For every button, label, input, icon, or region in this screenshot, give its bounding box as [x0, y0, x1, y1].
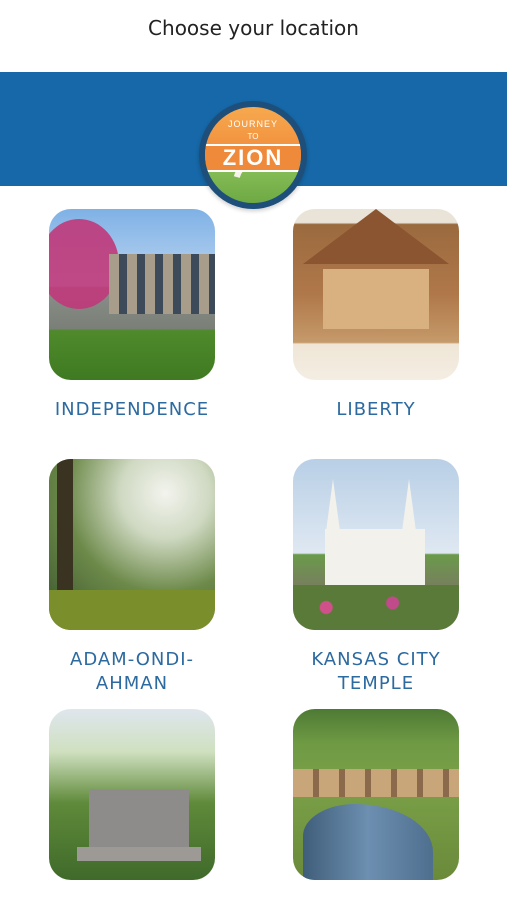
- journey-to-zion-logo: JOURNEY TO ZION: [199, 101, 307, 209]
- logo-top-text: JOURNEY: [227, 119, 278, 129]
- location-card-adam-ondi-ahman[interactable]: ADAM-ONDI-AHMAN: [49, 459, 215, 696]
- location-label-liberty[interactable]: LIBERTY: [293, 398, 459, 422]
- kansas-city-temple-photo[interactable]: [293, 459, 459, 630]
- liberty-photo[interactable]: [293, 209, 459, 380]
- creek-photo[interactable]: [293, 709, 459, 880]
- monument-photo[interactable]: [49, 709, 215, 880]
- location-card-liberty[interactable]: LIBERTY: [293, 209, 459, 422]
- location-card-monument[interactable]: [49, 709, 215, 880]
- logo-main-text: ZION: [205, 144, 301, 172]
- location-card-independence[interactable]: INDEPENDENCE: [49, 209, 215, 422]
- location-label-adam-ondi-ahman[interactable]: ADAM-ONDI-AHMAN: [49, 648, 215, 696]
- location-card-kansas-city-temple[interactable]: KANSAS CITY TEMPLE: [293, 459, 459, 696]
- page-title: Choose your location: [148, 16, 359, 40]
- independence-photo[interactable]: [49, 209, 215, 380]
- logo-middle-text: TO: [247, 132, 259, 141]
- location-card-creek[interactable]: [293, 709, 459, 880]
- location-label-kansas-city-temple[interactable]: KANSAS CITY TEMPLE: [293, 648, 459, 696]
- location-label-independence[interactable]: INDEPENDENCE: [49, 398, 215, 422]
- adam-ondi-ahman-photo[interactable]: [49, 459, 215, 630]
